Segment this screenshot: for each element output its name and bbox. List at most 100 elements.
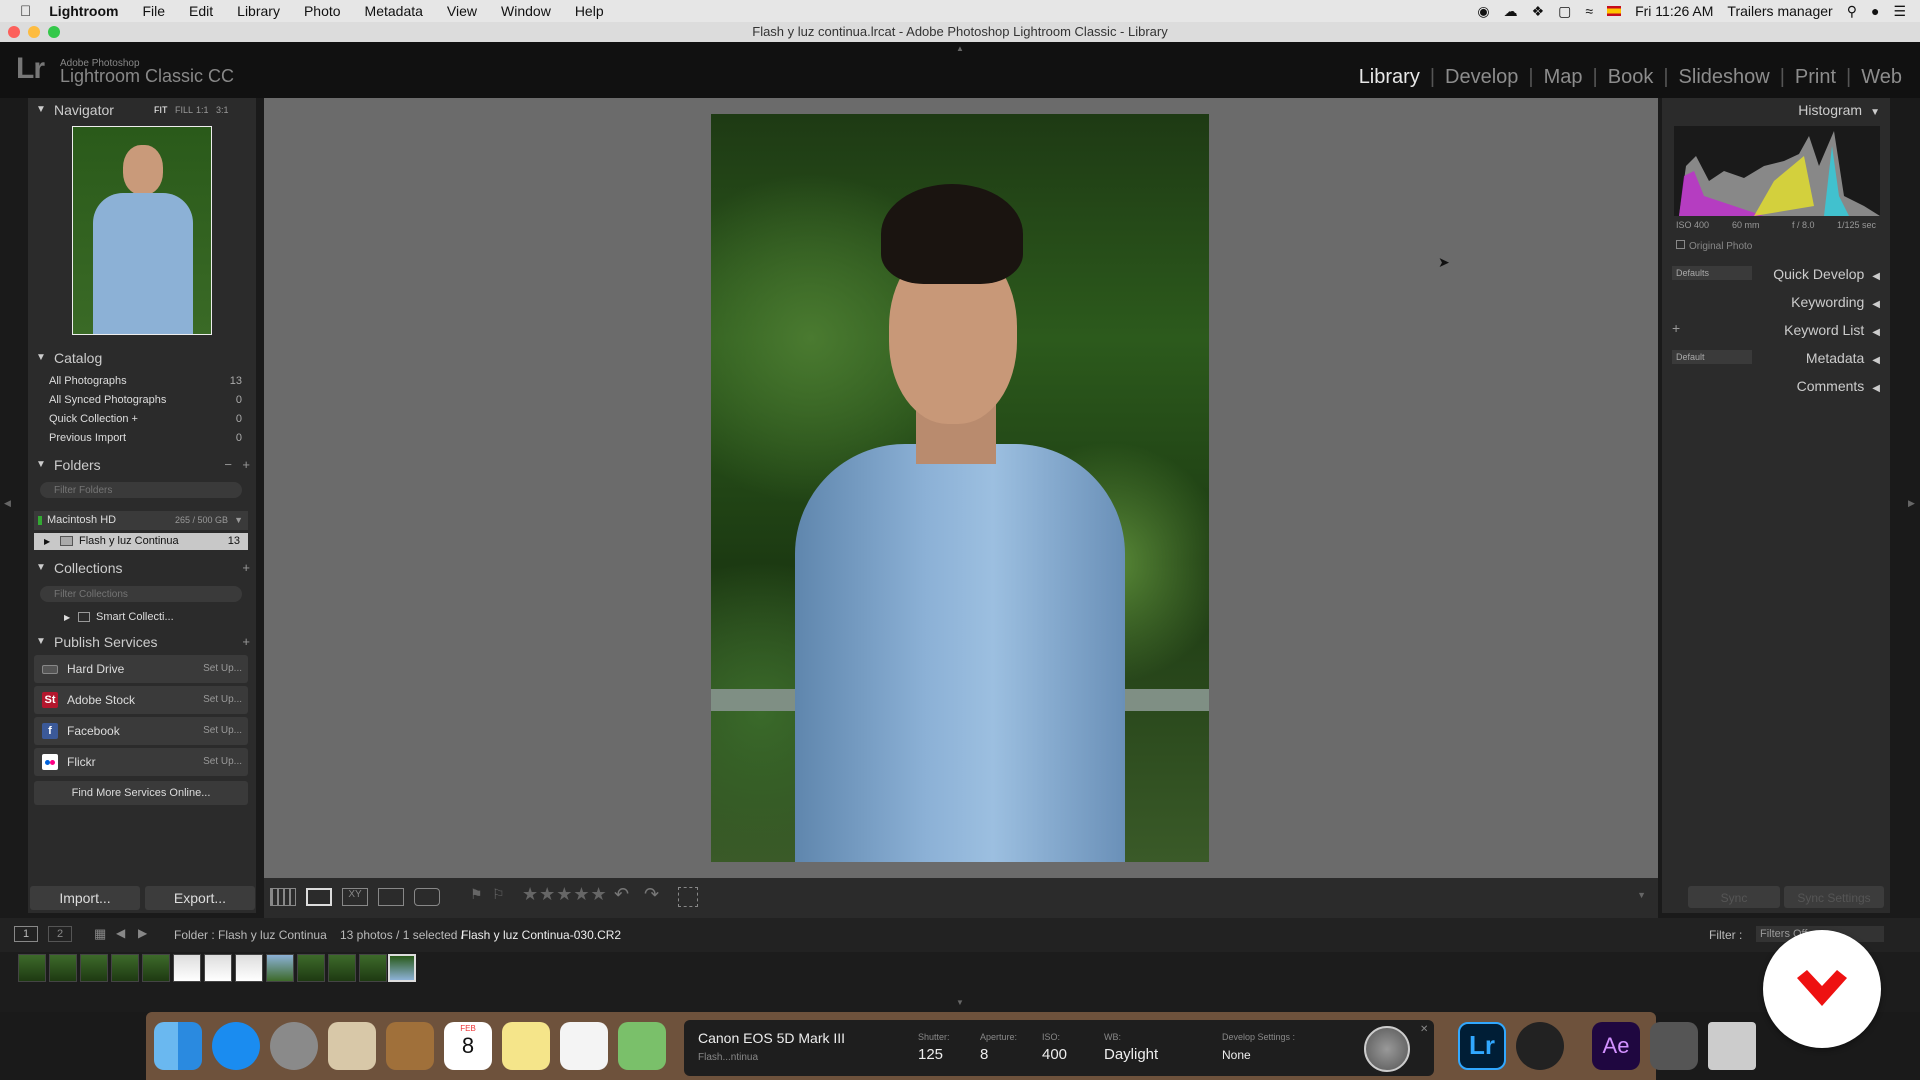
publish-service-adobe-stock[interactable]: St Adobe Stock Set Up...	[34, 686, 248, 714]
module-book[interactable]: Book	[1602, 66, 1660, 89]
filter-collections-input[interactable]	[40, 586, 242, 602]
catalog-item[interactable]: All Photographs 13	[34, 372, 248, 391]
zoom-fill[interactable]: FILL	[175, 98, 193, 122]
remove-folder-icon[interactable]: −	[224, 453, 232, 477]
filmstrip-thumbnail[interactable]	[204, 954, 232, 982]
menu-app-name[interactable]: Lightroom	[49, 3, 118, 19]
navigator-header[interactable]: ▼ Navigator FIT FILL 1:1 3:1	[28, 98, 256, 122]
shutter-value[interactable]: 125	[918, 1046, 943, 1063]
metadata-preset-select[interactable]: Default	[1672, 350, 1752, 364]
collapse-triangle-icon[interactable]: ▼	[36, 346, 46, 370]
preview-icon[interactable]	[328, 1022, 376, 1070]
aperture-value[interactable]: 8	[980, 1046, 988, 1063]
right-panel-toggle-icon[interactable]: ▶	[1908, 498, 1915, 509]
volume-row[interactable]: Macintosh HD 265 / 500 GB ▼	[34, 511, 248, 530]
lightroom-dock-icon[interactable]: Lr	[1458, 1022, 1506, 1070]
menu-user[interactable]: Trailers manager	[1727, 3, 1832, 19]
develop-settings-value[interactable]: None	[1222, 1048, 1251, 1062]
expand-triangle-icon[interactable]: ◀	[1872, 299, 1880, 310]
menu-help[interactable]: Help	[575, 3, 604, 19]
quick-develop-header[interactable]: Quick Develop ◀	[1773, 266, 1880, 282]
flag-icon[interactable]	[1607, 6, 1622, 16]
filmstrip-thumbnail[interactable]	[111, 954, 139, 982]
wifi-icon[interactable]: ≈	[1585, 3, 1593, 19]
folders-header[interactable]: ▼ Folders − +	[28, 453, 256, 477]
notes-icon[interactable]	[502, 1022, 550, 1070]
expand-triangle-icon[interactable]: ▶	[44, 533, 50, 550]
menu-library[interactable]: Library	[237, 3, 280, 19]
filmstrip-thumbnail[interactable]	[18, 954, 46, 982]
filmstrip-thumbnail[interactable]	[266, 954, 294, 982]
expand-triangle-icon[interactable]: ◀	[1872, 355, 1880, 366]
publish-service-flickr[interactable]: Flickr Set Up...	[34, 748, 248, 776]
find-more-services-button[interactable]: Find More Services Online...	[34, 781, 248, 805]
zoom-3-1[interactable]: 3:1	[216, 98, 229, 122]
expand-triangle-icon[interactable]: ◀	[1872, 383, 1880, 394]
screenshot-folder-icon[interactable]	[1650, 1022, 1698, 1070]
zoom-fit[interactable]: FIT	[154, 98, 168, 122]
window-2-button[interactable]: 2	[48, 926, 72, 942]
expand-triangle-icon[interactable]: ◀	[1872, 327, 1880, 338]
notification-center-icon[interactable]: ☰	[1893, 3, 1906, 20]
filmstrip-filename[interactable]: Flash y luz Continua-030.CR2	[461, 928, 621, 942]
compare-view-icon[interactable]: XY	[342, 888, 368, 906]
quicktime-icon[interactable]	[1516, 1022, 1564, 1070]
collapse-triangle-icon[interactable]: ▼	[36, 453, 46, 477]
expand-triangle-icon[interactable]: ▶	[64, 608, 70, 627]
catalog-item[interactable]: Previous Import 0	[34, 429, 248, 448]
filmstrip-toggle-icon[interactable]: ▼	[956, 998, 964, 1007]
comments-header[interactable]: Comments ◀	[1797, 378, 1880, 394]
capture-shutter-button[interactable]	[1364, 1026, 1410, 1072]
collection-item[interactable]: ▶ Smart Collecti...	[34, 608, 248, 627]
crop-overlay-icon[interactable]	[678, 887, 698, 907]
zoom-1-1[interactable]: 1:1	[196, 98, 209, 122]
quick-develop-preset-select[interactable]: Defaults	[1672, 266, 1752, 280]
import-button[interactable]: Import...	[30, 886, 140, 910]
module-library[interactable]: Library	[1353, 66, 1426, 89]
apple-icon[interactable]: 	[20, 3, 31, 20]
collapse-triangle-icon[interactable]: ▼	[1870, 107, 1880, 118]
top-panel-toggle-icon[interactable]: ▲	[956, 44, 964, 53]
reminders-icon[interactable]	[560, 1022, 608, 1070]
loupe-view-icon[interactable]	[306, 888, 332, 906]
close-tether-icon[interactable]: ✕	[1420, 1024, 1428, 1035]
add-collection-icon[interactable]: +	[242, 556, 250, 580]
zoom-window-icon[interactable]	[48, 26, 60, 38]
back-arrow-icon[interactable]: ◀	[116, 926, 125, 940]
flag-pick-icon[interactable]: ⚑	[470, 886, 483, 903]
filter-folders-input[interactable]	[40, 482, 242, 498]
flag-reject-icon[interactable]: ⚐	[492, 886, 505, 903]
filmstrip-thumbnail[interactable]	[49, 954, 77, 982]
star-rating[interactable]: ★★★★★	[522, 884, 608, 905]
publish-service-hard-drive[interactable]: Hard Drive Set Up...	[34, 655, 248, 683]
menu-edit[interactable]: Edit	[189, 3, 213, 19]
main-photo[interactable]	[711, 114, 1209, 862]
export-button[interactable]: Export...	[145, 886, 255, 910]
filmstrip-thumbnail[interactable]	[328, 954, 356, 982]
wb-value[interactable]: Daylight	[1104, 1046, 1158, 1063]
iso-value[interactable]: 400	[1042, 1046, 1067, 1063]
original-photo-checkbox[interactable]: Original Photo	[1676, 240, 1752, 252]
menu-photo[interactable]: Photo	[304, 3, 341, 19]
survey-view-icon[interactable]	[378, 888, 404, 906]
module-print[interactable]: Print	[1789, 66, 1842, 89]
sync-button[interactable]: Sync	[1688, 886, 1780, 908]
module-develop[interactable]: Develop	[1439, 66, 1524, 89]
publish-service-facebook[interactable]: f Facebook Set Up...	[34, 717, 248, 745]
app-store-icon[interactable]	[212, 1022, 260, 1070]
filmstrip-thumbnail-selected[interactable]	[388, 954, 416, 982]
keyword-list-header[interactable]: Keyword List ◀	[1784, 322, 1880, 338]
after-effects-icon[interactable]: Ae	[1592, 1022, 1640, 1070]
window-1-button[interactable]: 1	[14, 926, 38, 942]
publish-services-header[interactable]: ▼ Publish Services +	[28, 630, 256, 654]
volume-triangle-icon[interactable]: ▼	[234, 511, 243, 530]
filmstrip-thumbnail[interactable]	[359, 954, 387, 982]
finder-icon[interactable]	[154, 1022, 202, 1070]
menu-metadata[interactable]: Metadata	[365, 3, 423, 19]
display-icon[interactable]: ▢	[1558, 3, 1571, 20]
grid-icon[interactable]: ▦	[94, 926, 106, 942]
setup-link[interactable]: Set Up...	[203, 655, 242, 683]
expand-triangle-icon[interactable]: ◀	[1872, 271, 1880, 282]
folder-row-selected[interactable]: ▶ Flash y luz Continua 13	[34, 533, 248, 550]
setup-link[interactable]: Set Up...	[203, 686, 242, 714]
